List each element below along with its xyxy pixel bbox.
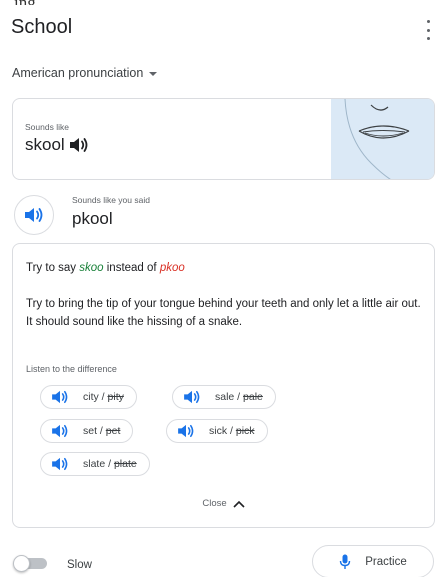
footer: Slow Practice	[0, 545, 443, 577]
you-said-label: Sounds like you said	[72, 195, 150, 205]
arrow-drop-down-icon	[149, 71, 158, 76]
pair-chip-sale-pale[interactable]: sale / pale	[172, 385, 276, 409]
volume-icon[interactable]	[69, 137, 89, 153]
tip-body: Try to bring the tip of your tongue behi…	[26, 298, 421, 328]
listen-label: Listen to the difference	[26, 364, 117, 374]
pronunciation-tip-card: Try to say skoo instead of pkoo Try to b…	[12, 243, 435, 528]
slow-toggle[interactable]	[13, 555, 49, 572]
pair-chip-city-pity[interactable]: city / pity	[40, 385, 137, 409]
target-sound: skoo	[79, 262, 104, 274]
play-you-said-button[interactable]	[14, 195, 54, 235]
you-said-word: pkool	[72, 209, 113, 228]
mic-icon	[340, 554, 351, 569]
mouth-illustration	[331, 99, 434, 179]
practice-button[interactable]: Practice	[312, 545, 434, 577]
you-said-row: Sounds like you said pkool	[14, 195, 434, 235]
chevron-up-icon	[233, 500, 245, 508]
close-label: Close	[202, 498, 227, 509]
volume-icon	[52, 390, 68, 404]
volume-icon	[52, 424, 68, 438]
sounds-like-card: Sounds like skool	[12, 98, 435, 180]
header: School	[0, 14, 443, 50]
sounds-like-word-row[interactable]: skool	[25, 135, 89, 155]
pair-chip-set-pet[interactable]: set / pet	[40, 419, 134, 443]
accent-dropdown[interactable]: American pronunciation	[12, 66, 158, 80]
volume-icon	[178, 424, 194, 438]
pair-chip-slate-plate[interactable]: slate / plate	[40, 452, 150, 476]
said-sound: pkoo	[159, 262, 185, 274]
cropped-heading: ing	[14, 0, 104, 5]
practice-label: Practice	[365, 555, 407, 568]
page-title: School	[11, 16, 73, 38]
volume-icon	[25, 208, 43, 222]
volume-icon	[52, 457, 68, 471]
pair-chip-sick-pick[interactable]: sick / pick	[166, 419, 268, 443]
tip-heading: Try to say skoo instead of pkoo	[26, 262, 185, 274]
volume-icon	[184, 390, 200, 404]
slow-label: Slow	[67, 559, 92, 571]
more-vert-icon[interactable]	[423, 20, 433, 40]
close-tip-button[interactable]: Close	[13, 498, 434, 509]
sounds-like-label: Sounds like	[25, 122, 69, 132]
accent-label: American pronunciation	[12, 66, 144, 80]
sounds-like-word: skool	[25, 135, 65, 154]
